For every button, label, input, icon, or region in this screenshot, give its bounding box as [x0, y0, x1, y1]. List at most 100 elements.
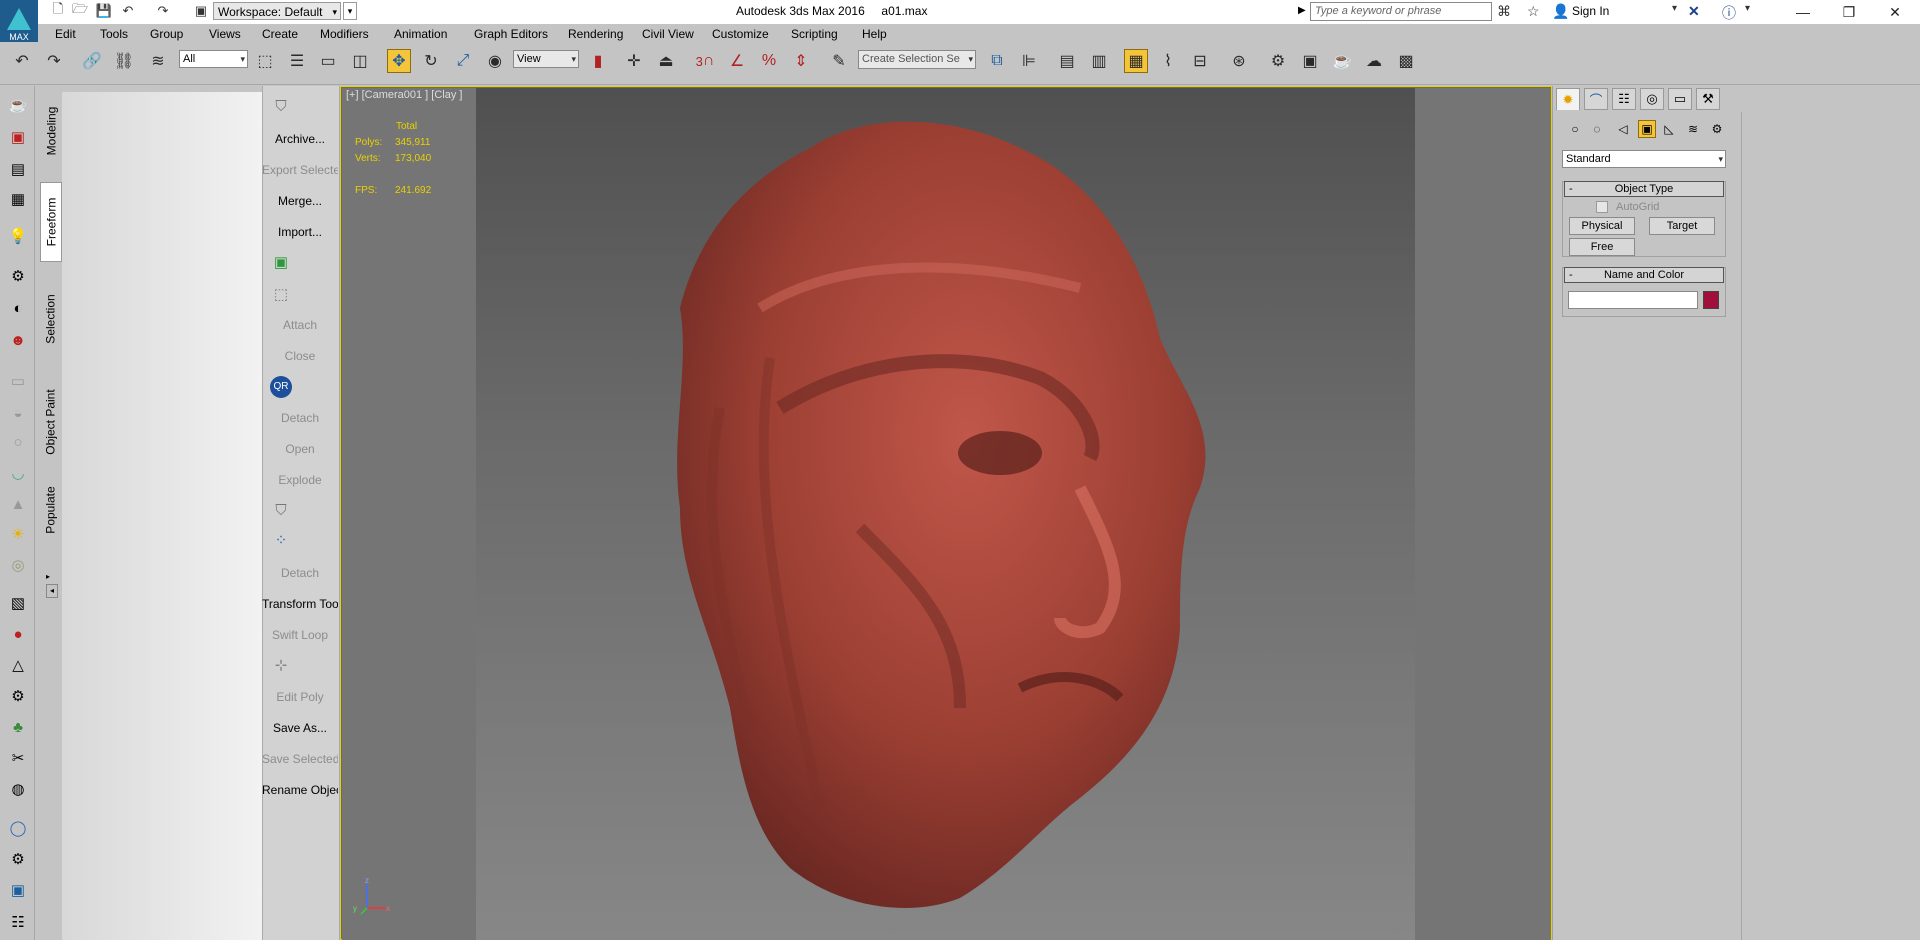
- particles-icon[interactable]: ●: [7, 624, 29, 644]
- lights-icon[interactable]: ◁: [1614, 120, 1632, 138]
- settings-icon[interactable]: ⚙: [7, 849, 29, 869]
- open-file-icon[interactable]: 🗁: [72, 1, 88, 19]
- star-icon[interactable]: ☆: [1527, 3, 1540, 20]
- rectangular-selection-icon[interactable]: ▭: [316, 49, 340, 73]
- render-production-icon[interactable]: ☕: [1330, 49, 1354, 73]
- help-dropdown-icon[interactable]: ▾: [1745, 3, 1750, 14]
- project-folder-icon[interactable]: ▣: [193, 3, 209, 19]
- explode-button[interactable]: Explode: [262, 473, 338, 487]
- restore-button[interactable]: ❐: [1826, 0, 1872, 24]
- menu-help[interactable]: Help: [862, 27, 887, 41]
- help-icon[interactable]: ⓘ: [1722, 3, 1736, 23]
- render-icon[interactable]: ▣: [7, 127, 29, 147]
- physical-camera-button[interactable]: Physical: [1569, 217, 1635, 235]
- select-and-place-icon[interactable]: ◉: [483, 49, 507, 73]
- search-input[interactable]: Type a keyword or phrase: [1310, 2, 1492, 21]
- close-button[interactable]: ✕: [1872, 0, 1918, 24]
- glass-sphere-icon[interactable]: ◯: [7, 818, 29, 838]
- shapes-icon[interactable]: ◌: [1588, 120, 1606, 138]
- select-and-rotate-icon[interactable]: ↻: [419, 49, 443, 73]
- schematic-view-icon[interactable]: ⊟: [1188, 49, 1212, 73]
- workspace-dropdown[interactable]: Workspace: Default ▾: [213, 2, 341, 20]
- name-and-color-rollout-header[interactable]: - Name and Color: [1564, 267, 1724, 283]
- tab-selection[interactable]: Selection: [40, 282, 62, 356]
- redo-icon[interactable]: ↷: [42, 49, 66, 73]
- render-setup-icon[interactable]: ⚙: [1266, 49, 1290, 73]
- sign-in-button[interactable]: Sign In: [1572, 4, 1609, 18]
- window-crossing-icon[interactable]: ◫: [348, 49, 372, 73]
- helpers-icon[interactable]: ◺: [1660, 120, 1678, 138]
- stairs-icon[interactable]: ▧: [7, 593, 29, 613]
- tab-modeling[interactable]: Modeling: [40, 96, 62, 166]
- tab-utilities-icon[interactable]: ⚒: [1696, 88, 1720, 110]
- chevron-down-icon[interactable]: ▾: [1672, 3, 1677, 14]
- tab-display-icon[interactable]: ▭: [1668, 88, 1692, 110]
- swift-loop-button[interactable]: Swift Loop: [262, 628, 338, 642]
- menu-civil-view[interactable]: Civil View: [642, 27, 694, 41]
- systems-icon[interactable]: ⚙: [1708, 120, 1726, 138]
- undo-icon[interactable]: ↶: [10, 49, 34, 73]
- minimize-button[interactable]: —: [1780, 0, 1826, 24]
- ribbon-toggle-icon[interactable]: ▦: [1124, 49, 1148, 73]
- spinner-snap-icon[interactable]: ⇕: [789, 49, 813, 73]
- menu-edit[interactable]: Edit: [55, 27, 76, 41]
- foliage-icon[interactable]: ♣: [7, 717, 29, 737]
- tab-object-paint[interactable]: Object Paint: [40, 378, 62, 466]
- sphere-icon[interactable]: ○: [7, 432, 29, 452]
- sound-icon[interactable]: ◐: [7, 298, 29, 318]
- merge-button[interactable]: Merge...: [262, 194, 338, 208]
- vertex-cluster-icon[interactable]: ⁘: [270, 530, 292, 550]
- ribbon-collapse-icon[interactable]: ▸: [46, 572, 50, 581]
- robot-icon[interactable]: ☻: [7, 330, 29, 350]
- x-exchange-icon[interactable]: ✕: [1688, 3, 1700, 20]
- menu-scripting[interactable]: Scripting: [791, 27, 838, 41]
- triangle-mesh-icon[interactable]: △: [7, 655, 29, 675]
- gear-icon[interactable]: ⚙: [7, 686, 29, 706]
- layer-explorer-icon[interactable]: ▥: [1087, 49, 1111, 73]
- menu-tools[interactable]: Tools: [100, 27, 128, 41]
- tab-populate[interactable]: Populate: [40, 475, 62, 545]
- scene-explorer-icon[interactable]: ▤: [1055, 49, 1079, 73]
- link-icon[interactable]: 🔗: [80, 49, 104, 73]
- helper-icon[interactable]: ⚙: [7, 266, 29, 286]
- import-button[interactable]: Import...: [262, 225, 338, 239]
- menu-animation[interactable]: Animation: [394, 27, 447, 41]
- viewport-label-menu[interactable]: [+] [Camera001 ] [Clay ]: [346, 89, 462, 101]
- render-in-cloud-icon[interactable]: ☁: [1362, 49, 1386, 73]
- curve-editor-icon[interactable]: ⌇: [1156, 49, 1180, 73]
- geometry-icon[interactable]: ○: [1566, 120, 1584, 138]
- keyboard-shortcut-override-icon[interactable]: ⏏: [654, 49, 678, 73]
- menu-graph-editors[interactable]: Graph Editors: [474, 27, 548, 41]
- select-and-scale-icon[interactable]: ⤢: [451, 49, 475, 73]
- tab-hierarchy-icon[interactable]: ☷: [1612, 88, 1636, 110]
- save-selected-button[interactable]: Save Selected: [262, 752, 338, 766]
- tab-freeform[interactable]: Freeform: [40, 182, 62, 262]
- undo-icon[interactable]: ↶: [120, 3, 136, 19]
- edit-poly-button[interactable]: Edit Poly: [262, 690, 338, 704]
- align-icon[interactable]: ⊫: [1017, 49, 1041, 73]
- table-icon[interactable]: ▤: [7, 159, 29, 179]
- select-by-name-icon[interactable]: ☰: [285, 49, 309, 73]
- menu-customize[interactable]: Customize: [712, 27, 769, 41]
- edit-named-selection-icon[interactable]: ✎: [827, 49, 851, 73]
- grid-icon[interactable]: ▦: [7, 189, 29, 209]
- tab-motion-icon[interactable]: ◎: [1640, 88, 1664, 110]
- new-file-icon[interactable]: 🗋: [50, 1, 66, 19]
- app-menu-button[interactable]: MAX: [0, 0, 38, 42]
- quick-access-customize-button[interactable]: ▾: [343, 2, 357, 20]
- menu-create[interactable]: Create: [262, 27, 298, 41]
- hair-icon[interactable]: ✂: [7, 748, 29, 768]
- light-icon[interactable]: 💡: [7, 226, 29, 246]
- menu-modifiers[interactable]: Modifiers: [320, 27, 369, 41]
- cameras-icon[interactable]: ▣: [1638, 120, 1656, 138]
- binoculars-icon[interactable]: ⌘: [1497, 3, 1511, 20]
- search-expand-icon[interactable]: ▶: [1298, 5, 1306, 16]
- ribbon-minimize-icon[interactable]: ◂: [46, 584, 58, 598]
- teapot-icon[interactable]: ☕: [7, 95, 29, 115]
- menu-group[interactable]: Group: [150, 27, 183, 41]
- menu-views[interactable]: Views: [209, 27, 241, 41]
- object-type-rollout-header[interactable]: - Object Type: [1564, 181, 1724, 197]
- mirror-icon[interactable]: ⧉: [985, 49, 1009, 73]
- named-selection-sets-dropdown[interactable]: Create Selection Se ▾: [858, 50, 976, 69]
- snaps-toggle-icon[interactable]: 3 ∩: [693, 49, 717, 73]
